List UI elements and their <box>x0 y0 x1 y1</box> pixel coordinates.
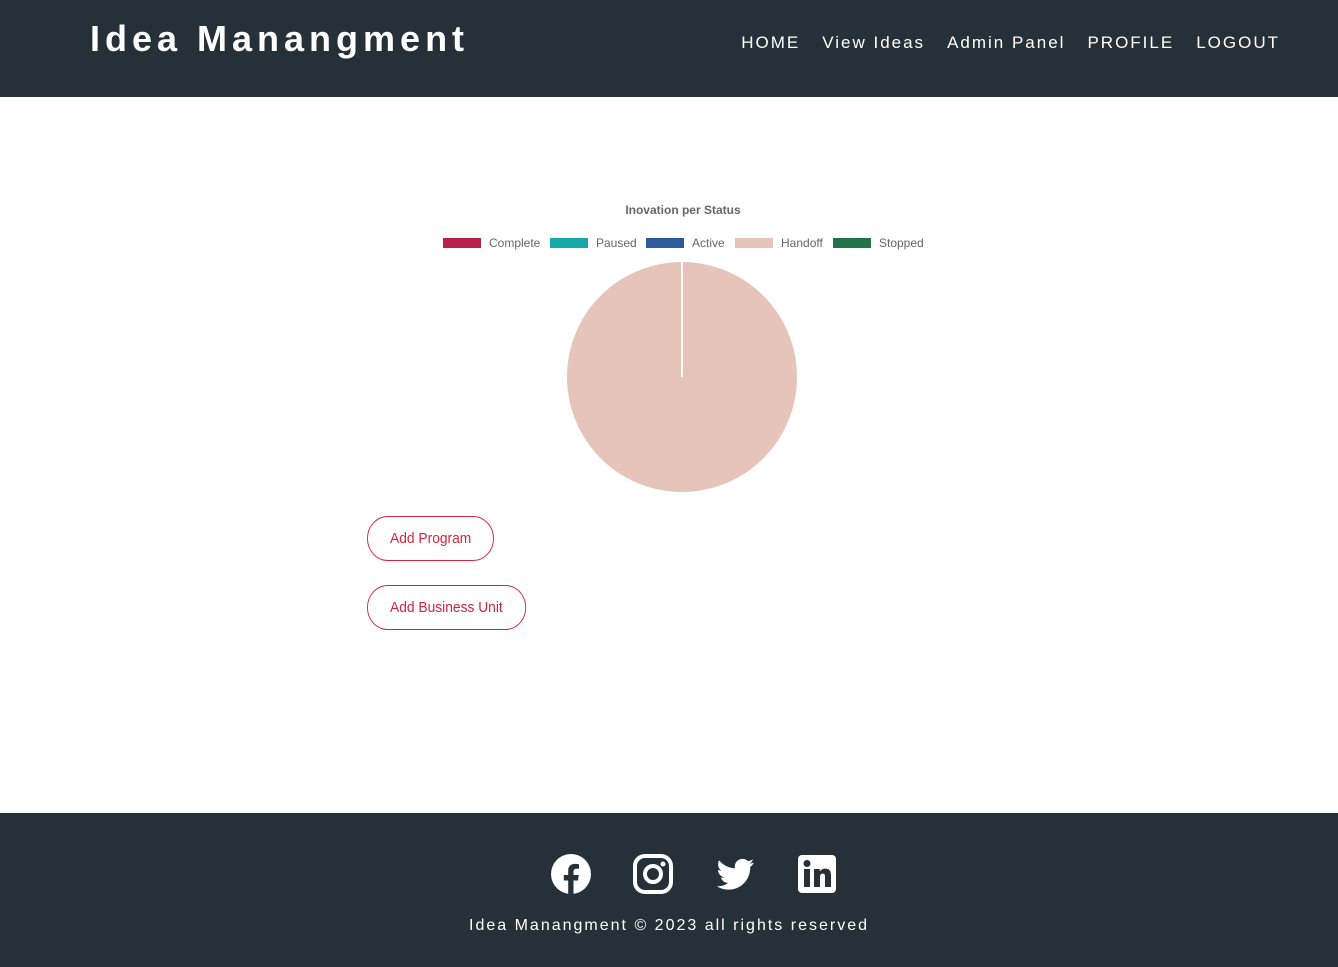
nav-logout[interactable]: LOGOUT <box>1196 33 1280 53</box>
legend-label: Complete <box>489 236 541 250</box>
copyright-text: Idea Manangment © 2023 all rights reserv… <box>469 917 869 934</box>
legend-swatch <box>735 238 773 248</box>
legend-swatch <box>443 238 481 248</box>
legend-swatch <box>833 238 871 248</box>
nav-admin-panel[interactable]: Admin Panel <box>947 33 1065 53</box>
status-chart: Inovation per Status Complete Paused Activ… <box>420 195 946 495</box>
navbar: Idea Manangment HOME View Ideas Admin Pa… <box>0 0 1338 97</box>
chart-title: Inovation per Status <box>625 203 741 217</box>
brand-logo[interactable]: Idea Manangment <box>90 18 469 60</box>
legend-label: Handoff <box>781 236 823 250</box>
social-links <box>550 853 838 895</box>
add-program-button[interactable]: Add Program <box>367 516 495 561</box>
chart-legend: Complete Paused Active Handoff Stopped <box>443 236 924 250</box>
facebook-icon[interactable] <box>550 853 592 895</box>
add-business-unit-button[interactable]: Add Business Unit <box>367 585 526 630</box>
legend-label: Stopped <box>879 236 924 250</box>
footer: Idea Manangment © 2023 all rights reserv… <box>0 813 1338 967</box>
twitter-icon[interactable] <box>714 853 756 895</box>
legend-item-active[interactable]: Active <box>646 236 725 250</box>
legend-label: Active <box>692 236 725 250</box>
legend-item-complete[interactable]: Complete <box>443 236 541 250</box>
instagram-icon[interactable] <box>632 853 674 895</box>
legend-item-handoff[interactable]: Handoff <box>735 236 823 250</box>
nav-menu: HOME View Ideas Admin Panel PROFILE LOGO… <box>741 33 1280 53</box>
legend-item-stopped[interactable]: Stopped <box>833 236 924 250</box>
linkedin-icon[interactable] <box>796 853 838 895</box>
legend-swatch <box>550 238 588 248</box>
nav-home[interactable]: HOME <box>741 33 800 53</box>
legend-label: Paused <box>596 236 637 250</box>
pie-slices <box>567 262 797 492</box>
legend-item-paused[interactable]: Paused <box>550 236 637 250</box>
nav-profile[interactable]: PROFILE <box>1087 33 1174 53</box>
legend-swatch <box>646 238 684 248</box>
pie-chart: Inovation per Status Complete Paused Activ… <box>443 203 924 492</box>
nav-view-ideas[interactable]: View Ideas <box>822 33 925 53</box>
